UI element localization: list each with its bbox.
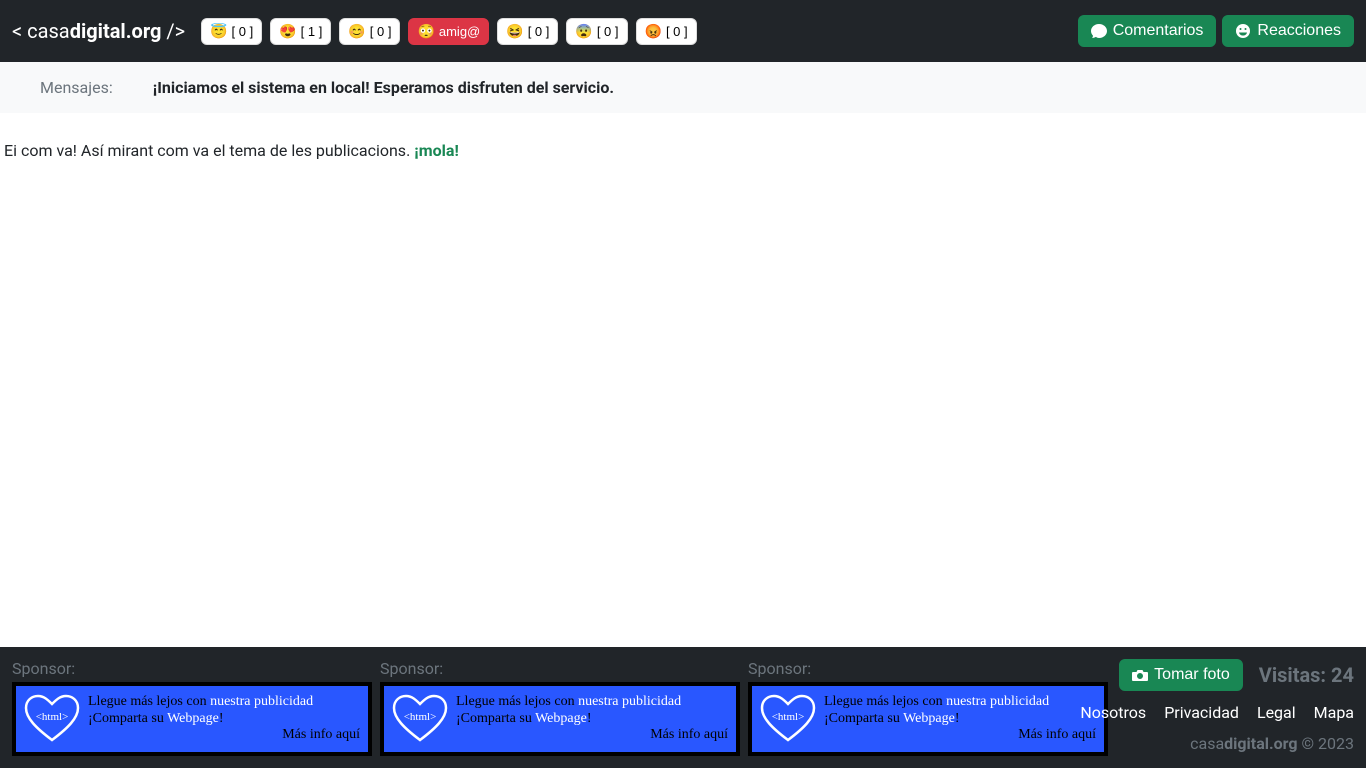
emoji-laugh-icon: 😆 (506, 23, 523, 40)
svg-text:<html>: <html> (36, 711, 69, 723)
sponsor-text: Llegue más lejos con nuestra publicidad … (824, 694, 1096, 744)
reaction-scream[interactable]: 😨 [ 0 ] (566, 18, 627, 45)
sponsor-label: Sponsor: (12, 659, 372, 678)
emoji-flushed-icon: 😳 (417, 23, 434, 40)
post-content: Ei com va! Así mirant com va el tema de … (0, 113, 1366, 164)
footer-row-top: Tomar foto Visitas: 24 (1119, 659, 1354, 691)
comentarios-label: Comentarios (1113, 22, 1204, 40)
sponsor-banner[interactable]: <html> Llegue más lejos con nuestra publ… (748, 682, 1108, 756)
link-nosotros[interactable]: Nosotros (1080, 703, 1146, 722)
footer-links: Nosotros Privacidad Legal Mapa (1080, 703, 1354, 722)
messages-label: Mensajes: (40, 78, 113, 97)
heart-html-icon: <html> (24, 694, 80, 744)
reaction-count: [ 0 ] (666, 24, 688, 39)
sponsor-block: Sponsor: <html> Llegue más lejos con nue… (380, 659, 740, 756)
heart-html-icon: <html> (392, 694, 448, 744)
sponsor-label: Sponsor: (380, 659, 740, 678)
post-text: Ei com va! Así mirant com va el tema de … (4, 141, 414, 160)
heart-html-icon: <html> (760, 694, 816, 744)
reaction-amigo[interactable]: 😳 amig@ (408, 18, 489, 45)
emoji-smile-icon: 😊 (348, 23, 365, 40)
reaction-label: amig@ (439, 24, 480, 39)
link-legal[interactable]: Legal (1257, 703, 1296, 722)
svg-text:<html>: <html> (772, 711, 805, 723)
reaction-halo[interactable]: 😇 [ 0 ] (201, 18, 262, 45)
link-privacidad[interactable]: Privacidad (1164, 703, 1239, 722)
visitas-counter: Visitas: 24 (1259, 663, 1354, 687)
tomar-foto-label: Tomar foto (1154, 666, 1230, 684)
camera-icon (1132, 667, 1148, 683)
sponsor-block: Sponsor: <html> Llegue más lejos con nue… (748, 659, 1108, 756)
reaction-hearteyes[interactable]: 😍 [ 1 ] (270, 18, 331, 45)
nav-right: Comentarios Reacciones (1078, 15, 1354, 47)
reaction-count: [ 0 ] (370, 24, 392, 39)
reaction-count: [ 1 ] (301, 24, 323, 39)
sponsor-text: Llegue más lejos con nuestra publicidad … (456, 694, 728, 744)
messages-bar: Mensajes: ¡Iniciamos el sistema en local… (0, 62, 1366, 113)
emoji-halo-icon: 😇 (210, 23, 227, 40)
reactions-group: 😇 [ 0 ] 😍 [ 1 ] 😊 [ 0 ] 😳 amig@ 😆 [ 0 ] 😨 [ 0 … (201, 18, 1078, 45)
reacciones-button[interactable]: Reacciones (1222, 15, 1354, 47)
reaction-count: [ 0 ] (232, 24, 254, 39)
brand-bold: digital.org (70, 19, 162, 43)
footer-right: Tomar foto Visitas: 24 Nosotros Privacid… (1080, 659, 1354, 753)
reaction-angry[interactable]: 😡 [ 0 ] (636, 18, 697, 45)
reaction-count: [ 0 ] (597, 24, 619, 39)
brand-suffix: /> (161, 19, 185, 43)
reaction-count: [ 0 ] (528, 24, 550, 39)
reaction-smile[interactable]: 😊 [ 0 ] (339, 18, 400, 45)
post-mola: ¡mola! (414, 141, 459, 160)
comment-icon (1091, 23, 1107, 39)
emoji-hearteyes-icon: 😍 (279, 23, 296, 40)
reaction-laugh[interactable]: 😆 [ 0 ] (497, 18, 558, 45)
emoji-angry-icon: 😡 (645, 23, 662, 40)
brand-prefix: < casa (12, 19, 70, 43)
copyright: casadigital.org © 2023 (1190, 734, 1354, 753)
svg-text:<html>: <html> (404, 711, 437, 723)
emoji-scream-icon: 😨 (575, 23, 592, 40)
sponsor-label: Sponsor: (748, 659, 1108, 678)
messages-text: ¡Iniciamos el sistema en local! Esperamo… (153, 78, 614, 97)
tomar-foto-button[interactable]: Tomar foto (1119, 659, 1243, 691)
sponsor-text: Llegue más lejos con nuestra publicidad … (88, 694, 360, 744)
comentarios-button[interactable]: Comentarios (1078, 15, 1217, 47)
brand-link[interactable]: < casadigital.org /> (12, 19, 185, 43)
sponsor-banner[interactable]: <html> Llegue más lejos con nuestra publ… (12, 682, 372, 756)
reacciones-label: Reacciones (1257, 22, 1341, 40)
grin-icon (1235, 23, 1251, 39)
footer: Sponsor: <html> Llegue más lejos con nue… (0, 647, 1366, 768)
sponsor-banner[interactable]: <html> Llegue más lejos con nuestra publ… (380, 682, 740, 756)
link-mapa[interactable]: Mapa (1314, 703, 1354, 722)
navbar: < casadigital.org /> 😇 [ 0 ] 😍 [ 1 ] 😊 [ 0 … (0, 0, 1366, 62)
sponsor-block: Sponsor: <html> Llegue más lejos con nue… (12, 659, 372, 756)
